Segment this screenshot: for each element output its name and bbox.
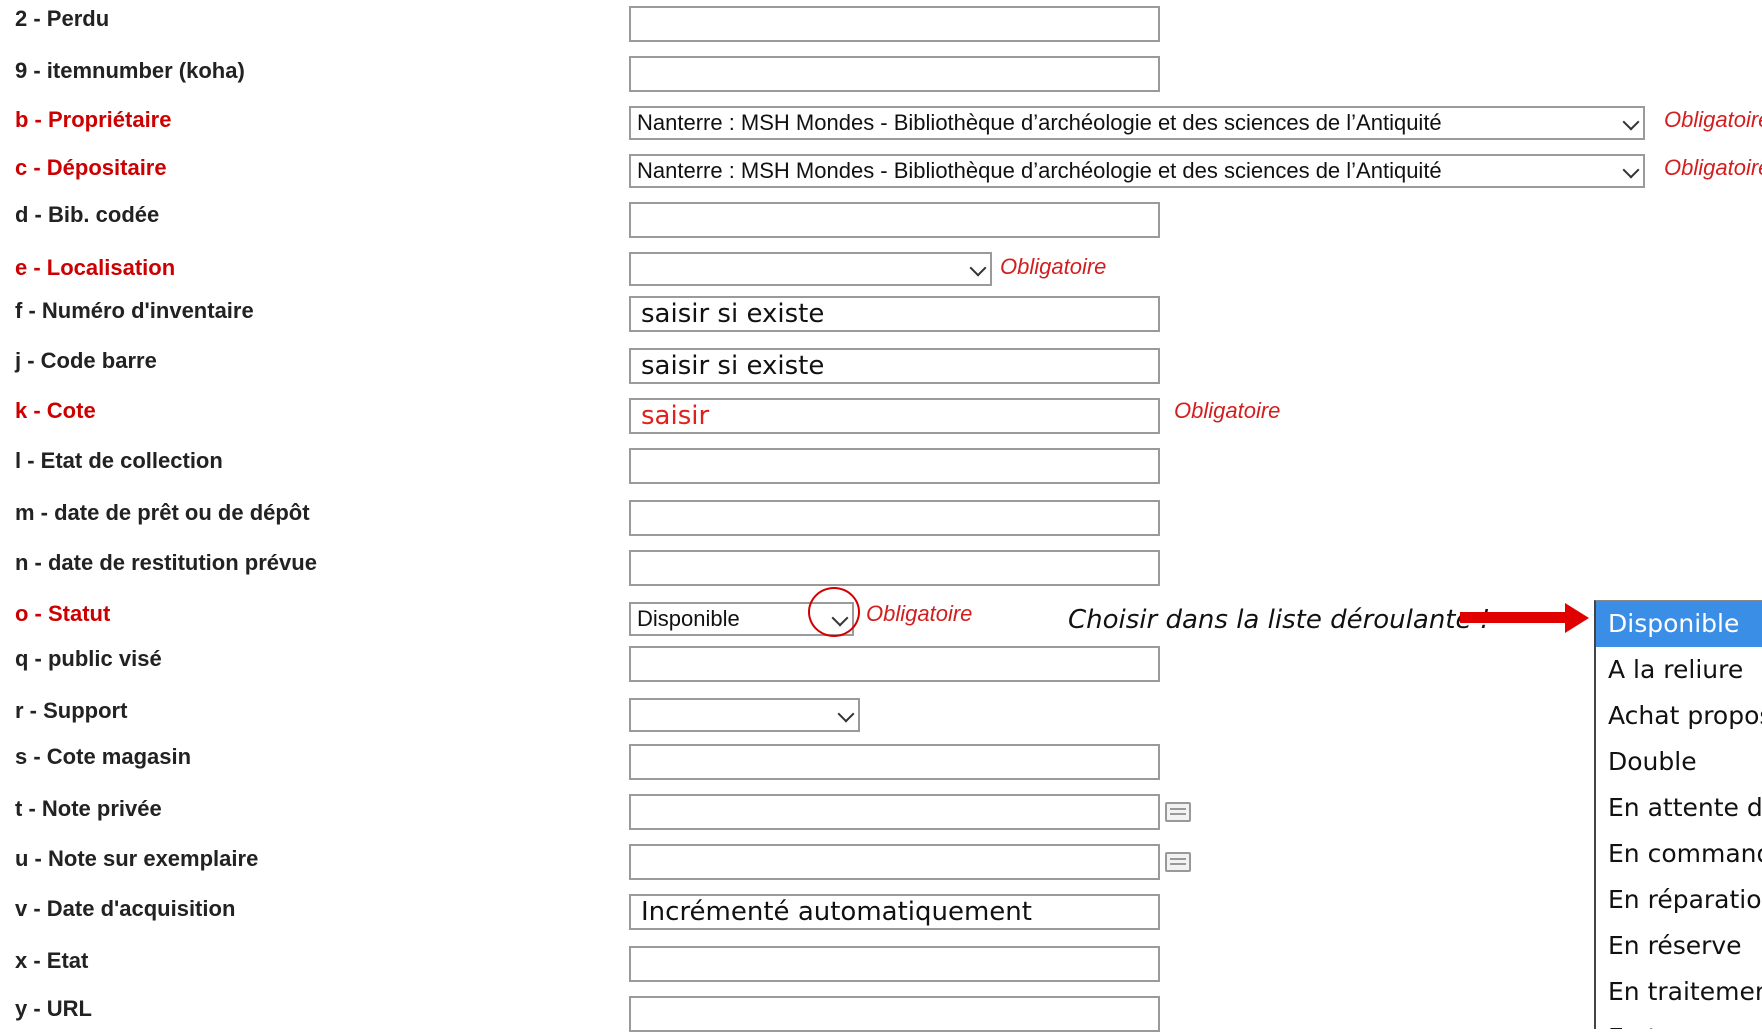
label-etat-collection: l - Etat de collection bbox=[15, 448, 223, 473]
obligatoire-proprietaire: Obligatoire bbox=[1664, 107, 1762, 132]
note-privee-input[interactable] bbox=[629, 794, 1160, 830]
date-restitution-input[interactable] bbox=[629, 550, 1160, 586]
label-proprietaire: b - Propriétaire bbox=[15, 107, 172, 132]
label-etat: x - Etat bbox=[15, 948, 89, 973]
dropdown-option[interactable]: En attente de bbox=[1596, 785, 1762, 831]
public-vise-input[interactable] bbox=[629, 646, 1160, 682]
code-barre-input[interactable]: saisir si existe bbox=[629, 348, 1160, 384]
label-note-privee: t - Note privée bbox=[15, 796, 162, 821]
perdu-input[interactable] bbox=[629, 6, 1160, 42]
label-public-vise: q - public visé bbox=[15, 646, 162, 671]
label-url: y - URL bbox=[15, 996, 92, 1021]
localisation-select[interactable] bbox=[629, 252, 992, 286]
annotation-text: Choisir dans la liste déroulante ! bbox=[1068, 605, 1491, 635]
url-input[interactable] bbox=[629, 996, 1160, 1032]
dropdown-option[interactable]: En réparation bbox=[1596, 877, 1762, 923]
label-date-pret: m - date de prêt ou de dépôt bbox=[15, 500, 310, 525]
arrow-right-icon bbox=[1460, 612, 1568, 623]
bib-codee-input[interactable] bbox=[629, 202, 1160, 238]
obligatoire-statut: Obligatoire bbox=[866, 601, 973, 626]
dropdown-option[interactable]: En commande bbox=[1596, 831, 1762, 877]
dropdown-option[interactable]: En tra bbox=[1596, 1015, 1762, 1029]
dropdown-option[interactable]: Achat propos bbox=[1596, 693, 1762, 739]
etat-collection-input[interactable] bbox=[629, 448, 1160, 484]
statut-value: Disponible bbox=[637, 606, 740, 631]
label-bib-codee: d - Bib. codée bbox=[15, 202, 160, 227]
dropdown-option[interactable]: En réserve bbox=[1596, 923, 1762, 969]
label-numero-inventaire: f - Numéro d'inventaire bbox=[15, 298, 254, 323]
obligatoire-localisation: Obligatoire bbox=[1000, 254, 1107, 279]
proprietaire-value: Nanterre : MSH Mondes - Bibliothèque d’a… bbox=[637, 110, 1442, 135]
note-popup-icon[interactable] bbox=[1165, 802, 1191, 822]
label-cote-magasin: s - Cote magasin bbox=[15, 744, 192, 769]
chevron-down-icon bbox=[969, 259, 987, 277]
label-code-barre: j - Code barre bbox=[15, 348, 157, 373]
depositaire-select[interactable]: Nanterre : MSH Mondes - Bibliothèque d’a… bbox=[629, 154, 1645, 188]
etat-input[interactable] bbox=[629, 946, 1160, 982]
label-date-acquisition: v - Date d'acquisition bbox=[15, 896, 236, 921]
label-depositaire: c - Dépositaire bbox=[15, 155, 167, 180]
label-cote: k - Cote bbox=[15, 398, 96, 423]
dropdown-option[interactable]: Disponible bbox=[1596, 601, 1762, 647]
chevron-down-icon bbox=[1622, 113, 1640, 131]
label-localisation: e - Localisation bbox=[15, 255, 176, 280]
obligatoire-depositaire: Obligatoire bbox=[1664, 155, 1762, 180]
proprietaire-select[interactable]: Nanterre : MSH Mondes - Bibliothèque d’a… bbox=[629, 106, 1645, 140]
label-support: r - Support bbox=[15, 698, 128, 723]
highlight-circle bbox=[808, 587, 860, 637]
dropdown-option[interactable]: En traitement bbox=[1596, 969, 1762, 1015]
note-exemplaire-input[interactable] bbox=[629, 844, 1160, 880]
note-popup-icon[interactable] bbox=[1165, 852, 1191, 872]
obligatoire-cote: Obligatoire bbox=[1174, 398, 1281, 423]
label-date-restitution: n - date de restitution prévue bbox=[15, 550, 317, 575]
label-statut: o - Statut bbox=[15, 601, 111, 626]
label-note-exemplaire: u - Note sur exemplaire bbox=[15, 846, 259, 871]
label-perdu: 2 - Perdu bbox=[15, 6, 110, 31]
arrow-head-icon bbox=[1565, 603, 1589, 633]
numero-inventaire-input[interactable]: saisir si existe bbox=[629, 296, 1160, 332]
chevron-down-icon bbox=[837, 705, 855, 723]
support-select[interactable] bbox=[629, 698, 860, 732]
depositaire-value: Nanterre : MSH Mondes - Bibliothèque d’a… bbox=[637, 158, 1442, 183]
cote-magasin-input[interactable] bbox=[629, 744, 1160, 780]
itemnumber-input[interactable] bbox=[629, 56, 1160, 92]
label-itemnumber: 9 - itemnumber (koha) bbox=[15, 58, 245, 83]
statut-dropdown-list[interactable]: Disponible A la reliure Achat propos Dou… bbox=[1594, 600, 1762, 1029]
date-pret-input[interactable] bbox=[629, 500, 1160, 536]
cote-input[interactable]: saisir bbox=[629, 398, 1160, 434]
date-acquisition-input[interactable]: Incrémenté automatiquement bbox=[629, 894, 1160, 930]
dropdown-option[interactable]: A la reliure bbox=[1596, 647, 1762, 693]
dropdown-option[interactable]: Double bbox=[1596, 739, 1762, 785]
chevron-down-icon bbox=[1622, 161, 1640, 179]
